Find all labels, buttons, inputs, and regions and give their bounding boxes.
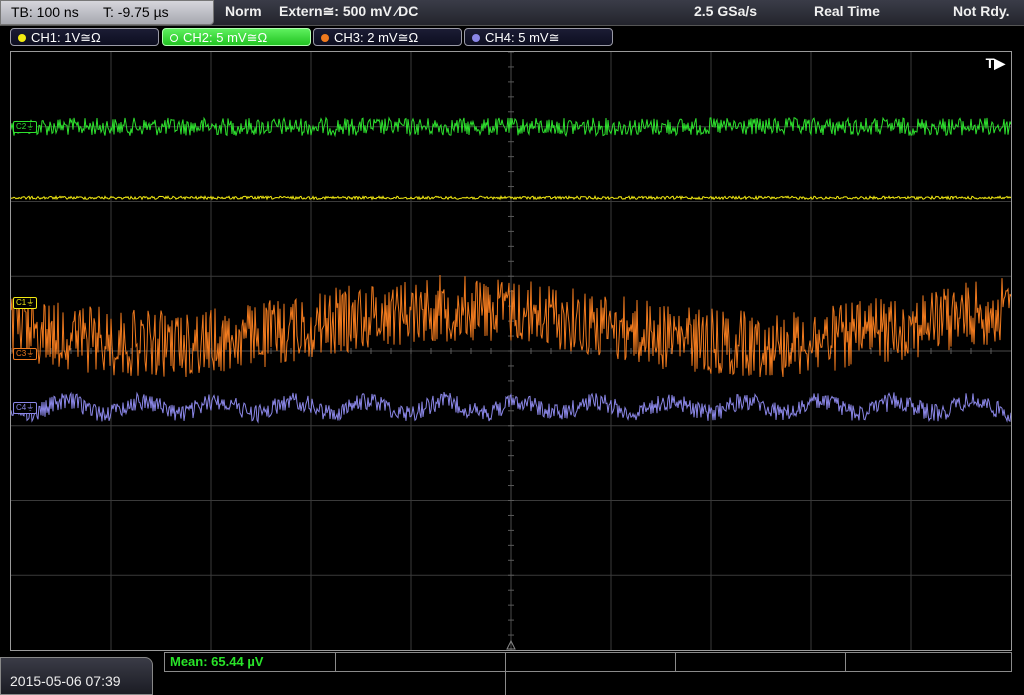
timebase-label: TB: 100 ns: [11, 4, 79, 20]
channel-3-button[interactable]: CH3: 2 mV≅Ω: [313, 28, 462, 46]
channel-3-ground-marker[interactable]: C3⏚: [13, 348, 38, 360]
trigger-mode[interactable]: Norm: [225, 3, 262, 19]
channel-1-button[interactable]: CH1: 1V≅Ω: [10, 28, 159, 46]
channel-4-label: CH4: 5 mV≅: [485, 30, 560, 45]
datetime-box: 2015-05-06 07:39: [0, 657, 153, 695]
measurement-cell[interactable]: [675, 652, 846, 672]
waveform-plot: [11, 52, 1011, 650]
channel-3-dot-icon: [321, 34, 329, 42]
channel-1-ground-marker[interactable]: C1⏚: [13, 297, 38, 309]
trigger-position-icon[interactable]: T▶: [986, 55, 1005, 72]
trigger-source[interactable]: Extern≅: 500 mV ⁄DC: [279, 3, 418, 20]
channel-2-label: CH2: 5 mV≅Ω: [183, 30, 268, 45]
channel-2-ground-marker[interactable]: C2⏚: [13, 121, 38, 133]
channel-3-label: CH3: 2 mV≅Ω: [334, 30, 419, 45]
status-bar: TB: 100 ns T: -9.75 µs Norm Extern≅: 500…: [0, 0, 1024, 26]
sample-rate[interactable]: 2.5 GSa/s: [694, 3, 757, 19]
measurement-table: Mean: 65.44 µV: [164, 652, 1012, 695]
channel-2-dot-icon: [170, 34, 178, 42]
measurement-cell-mean[interactable]: Mean: 65.44 µV: [164, 652, 336, 672]
channel-4-button[interactable]: CH4: 5 mV≅: [464, 28, 613, 46]
trigger-time-label: T: -9.75 µs: [103, 4, 169, 20]
acquisition-state: Not Rdy.: [953, 3, 1010, 19]
channel-4-dot-icon: [472, 34, 480, 42]
timebase-box[interactable]: TB: 100 ns T: -9.75 µs: [0, 0, 214, 25]
measurement-mean: Mean: 65.44 µV: [170, 654, 264, 669]
waveform-display[interactable]: T▶ C2⏚ C1⏚ C3⏚ C4⏚: [10, 51, 1012, 651]
table-divider: [505, 671, 506, 695]
channel-2-button[interactable]: CH2: 5 mV≅Ω: [162, 28, 311, 46]
measurement-cell[interactable]: [335, 652, 506, 672]
datetime-label: 2015-05-06 07:39: [10, 673, 121, 689]
channel-1-label: CH1: 1V≅Ω: [31, 30, 101, 45]
measurement-cell[interactable]: [505, 652, 676, 672]
measurement-cell[interactable]: [845, 652, 1012, 672]
acquisition-mode[interactable]: Real Time: [814, 3, 880, 19]
channel-1-dot-icon: [18, 34, 26, 42]
channel-4-ground-marker[interactable]: C4⏚: [13, 402, 38, 414]
